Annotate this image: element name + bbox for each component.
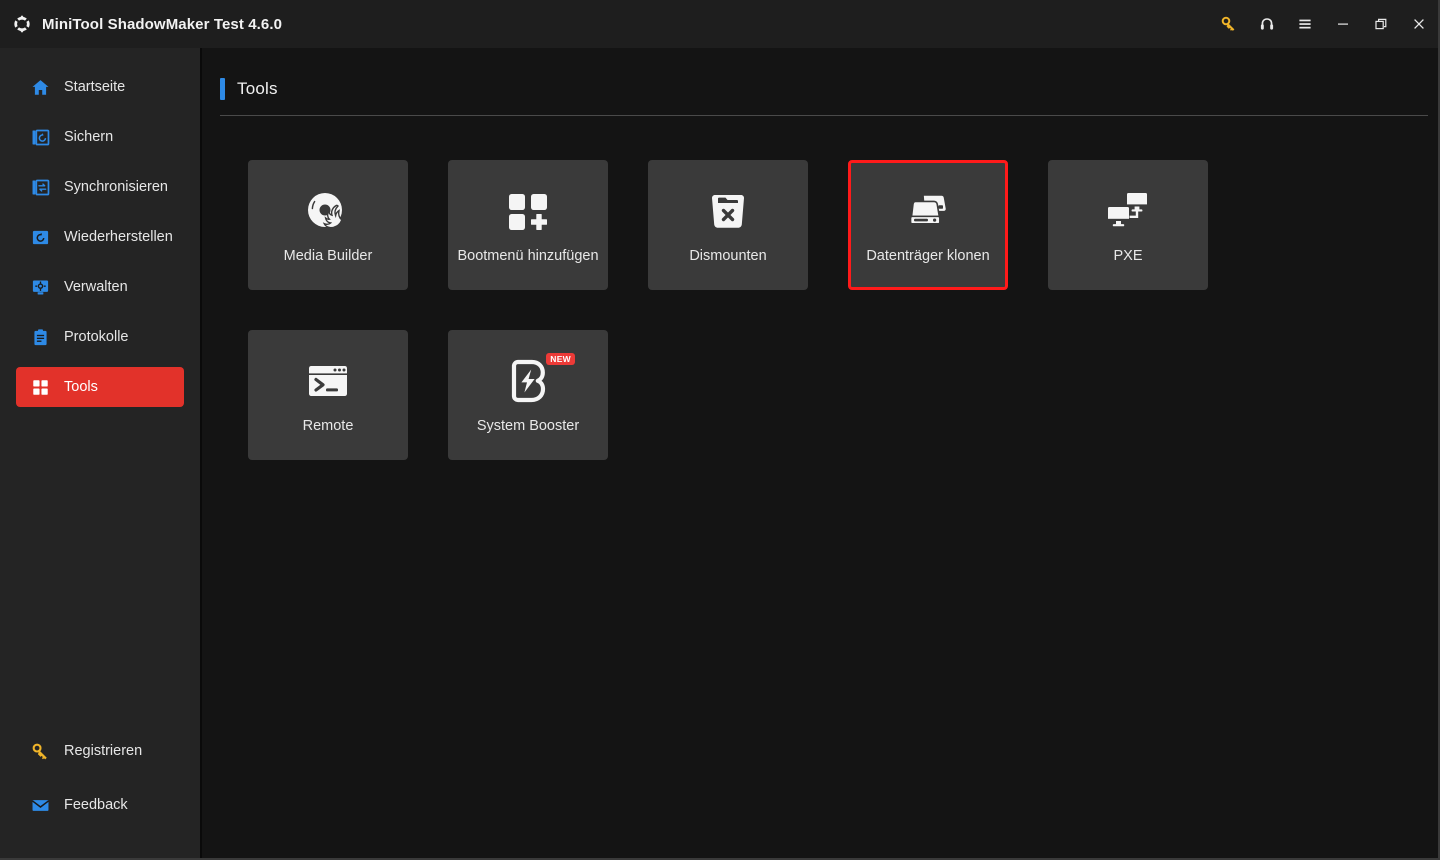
sidebar-item-protokolle[interactable]: Protokolle [16, 317, 184, 357]
tool-label: System Booster [476, 418, 580, 434]
page-header-row: Tools [220, 76, 1428, 102]
pxe-network-icon [1103, 189, 1153, 233]
tool-label: Bootmenü hinzufügen [457, 248, 599, 264]
tool-grid: Media Builder Bootmenü hinzufügen Dismou… [248, 160, 1268, 460]
sidebar-item-label: Feedback [64, 797, 128, 813]
restore-disk-icon [30, 227, 50, 247]
tool-card-clone-disk[interactable]: Datenträger klonen [848, 160, 1008, 290]
backup-icon [30, 127, 50, 147]
home-icon [30, 77, 50, 97]
sidebar-bottom-list: Registrieren Feedback [0, 724, 200, 844]
page-title: Tools [237, 79, 278, 98]
sidebar-nav-list: Startseite Sichern Synchronisieren Wiede… [0, 62, 200, 412]
disc-flame-icon [303, 189, 353, 233]
title-bar: MiniTool ShadowMaker Test 4.6.0 [0, 0, 1438, 48]
tool-card-system-booster[interactable]: NEW System Booster [448, 330, 608, 460]
tool-label: Datenträger klonen [866, 248, 990, 264]
key-icon [30, 741, 50, 761]
minimize-button[interactable] [1324, 0, 1362, 48]
license-key-button[interactable] [1210, 0, 1248, 48]
tool-label: Media Builder [283, 248, 373, 264]
new-badge: NEW [546, 353, 575, 365]
tool-label: PXE [1113, 248, 1143, 264]
sidebar-item-wiederherstellen[interactable]: Wiederherstellen [16, 217, 184, 257]
window-controls [1210, 0, 1438, 48]
add-boot-menu-icon [503, 189, 553, 233]
window-title: MiniTool ShadowMaker Test 4.6.0 [42, 15, 283, 33]
tool-card-media-builder[interactable]: Media Builder [248, 160, 408, 290]
title-bar-left: MiniTool ShadowMaker Test 4.6.0 [12, 14, 282, 34]
logs-icon [30, 327, 50, 347]
sidebar-item-sichern[interactable]: Sichern [16, 117, 184, 157]
sidebar-item-tools[interactable]: Tools [16, 367, 184, 407]
manage-gear-icon [30, 277, 50, 297]
tools-grid-icon [30, 377, 50, 397]
app-logo-icon [12, 14, 32, 34]
main-content: Tools Media Builder Bootmenü hinzufügen … [202, 48, 1438, 858]
tool-card-pxe[interactable]: PXE [1048, 160, 1208, 290]
sidebar-item-label: Verwalten [64, 279, 128, 295]
envelope-icon [30, 795, 50, 815]
sidebar-item-label: Protokolle [64, 329, 129, 345]
sidebar: Startseite Sichern Synchronisieren Wiede… [0, 48, 202, 858]
close-button[interactable] [1400, 0, 1438, 48]
dismount-bin-icon [703, 189, 753, 233]
tool-label: Dismounten [689, 248, 767, 264]
header-accent-bar [220, 78, 225, 100]
sidebar-item-label: Tools [64, 379, 98, 395]
sidebar-item-label: Sichern [64, 129, 114, 145]
tool-card-remote[interactable]: Remote [248, 330, 408, 460]
clone-disk-icon [903, 189, 953, 233]
booster-bolt-icon [503, 359, 553, 403]
application-window: MiniTool ShadowMaker Test 4.6.0 Startsei… [0, 0, 1440, 860]
menu-button[interactable] [1286, 0, 1324, 48]
header-divider [220, 115, 1428, 116]
sidebar-item-synchronisieren[interactable]: Synchronisieren [16, 167, 184, 207]
sidebar-item-verwalten[interactable]: Verwalten [16, 267, 184, 307]
sidebar-item-feedback[interactable]: Feedback [16, 785, 184, 825]
tool-card-dismount[interactable]: Dismounten [648, 160, 808, 290]
tool-label: Remote [302, 418, 354, 434]
restore-button[interactable] [1362, 0, 1400, 48]
sidebar-item-label: Registrieren [64, 743, 143, 759]
sidebar-item-label: Startseite [64, 79, 126, 95]
terminal-icon [303, 359, 353, 403]
tool-card-add-boot-menu[interactable]: Bootmenü hinzufügen [448, 160, 608, 290]
page-header: Tools [220, 76, 1428, 116]
sidebar-item-registrieren[interactable]: Registrieren [16, 731, 184, 771]
sidebar-item-label: Synchronisieren [64, 179, 168, 195]
sidebar-item-startseite[interactable]: Startseite [16, 67, 184, 107]
sync-icon [30, 177, 50, 197]
window-body: Startseite Sichern Synchronisieren Wiede… [0, 48, 1438, 858]
sidebar-item-label: Wiederherstellen [64, 229, 173, 245]
support-button[interactable] [1248, 0, 1286, 48]
